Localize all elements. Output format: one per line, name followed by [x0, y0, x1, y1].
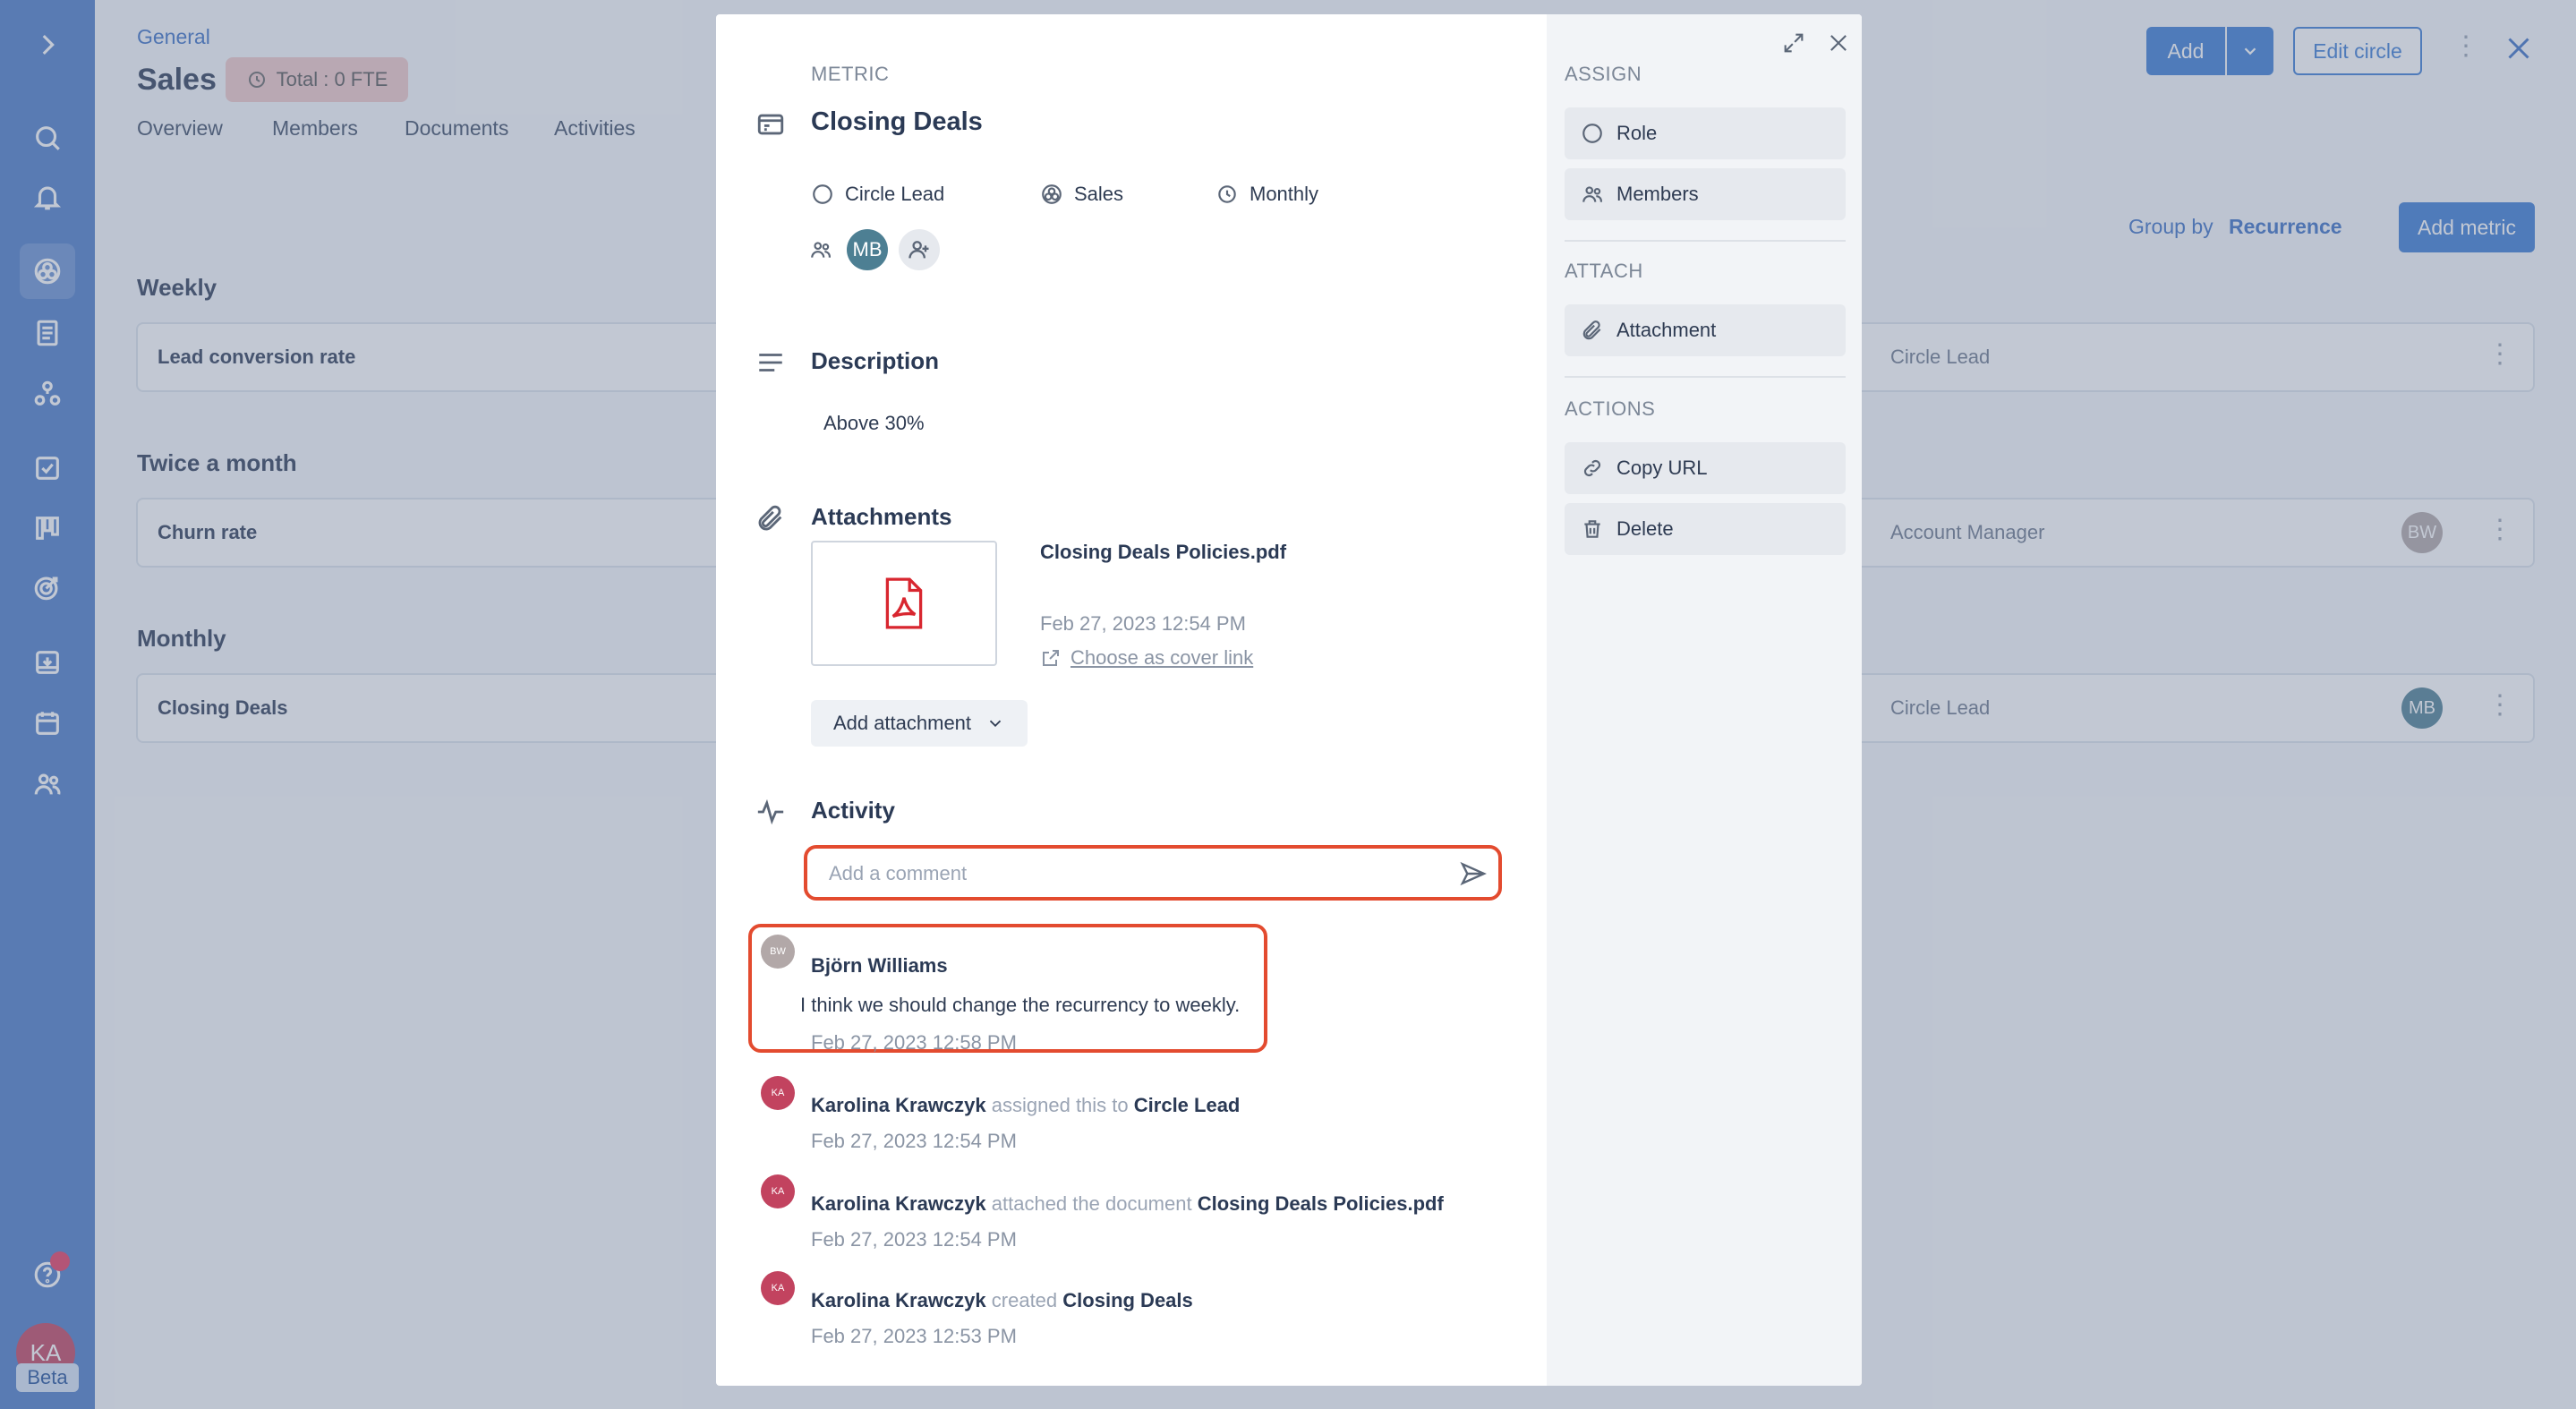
- assign-role-label: Role: [1616, 122, 1658, 144]
- recurrence-meta-label: Monthly: [1250, 183, 1319, 205]
- paperclip-icon: [755, 503, 786, 538]
- activity-heading: Activity: [811, 797, 895, 824]
- recurrence-meta[interactable]: Monthly: [1215, 183, 1318, 206]
- activity-object[interactable]: Closing Deals: [1062, 1289, 1192, 1311]
- add-member-button[interactable]: [899, 229, 940, 270]
- assign-role-button[interactable]: Role: [1565, 107, 1846, 159]
- activity-actor: Karolina Krawczyk: [811, 1094, 986, 1116]
- attachment-thumbnail[interactable]: [811, 541, 997, 666]
- circles-icon: [1042, 184, 1062, 204]
- assign-members-button[interactable]: Members: [1565, 168, 1846, 220]
- description-icon: [755, 347, 786, 382]
- activity-object[interactable]: Circle Lead: [1134, 1094, 1241, 1116]
- metric-modal: METRIC Closing Deals Circle Lead Sales M…: [716, 14, 1862, 1386]
- comment-text: I think we should change the recurrency …: [800, 994, 1241, 1016]
- copy-url-label: Copy URL: [1616, 457, 1708, 479]
- add-attachment-button[interactable]: Add attachment: [811, 700, 1028, 747]
- paperclip-icon: [1582, 320, 1601, 340]
- copy-url-button[interactable]: Copy URL: [1565, 442, 1846, 494]
- attach-label: ATTACH: [1565, 260, 1643, 282]
- send-icon[interactable]: [1459, 859, 1488, 892]
- comment-date: Feb 27, 2023 12:58 PM: [811, 1031, 1017, 1054]
- add-attachment-label: Add attachment: [832, 712, 972, 734]
- people-icon: [1582, 186, 1602, 202]
- description-heading: Description: [811, 347, 940, 374]
- cover-link-label: Choose as cover link: [1070, 646, 1254, 669]
- activity-entry: Karolina Krawczyk assigned this to Circl…: [811, 1094, 1240, 1117]
- activity-entry: Karolina Krawczyk created Closing Deals: [811, 1289, 1193, 1312]
- role-meta[interactable]: Circle Lead: [811, 183, 944, 206]
- attach-button-label: Attachment: [1616, 319, 1717, 341]
- trash-icon: [1584, 520, 1600, 538]
- close-icon[interactable]: [1826, 30, 1851, 60]
- divider: [1565, 240, 1846, 242]
- actions-label: ACTIONS: [1565, 397, 1656, 420]
- description-text[interactable]: Above 30%: [823, 412, 925, 435]
- activity-actor: Karolina Krawczyk: [811, 1192, 986, 1215]
- add-person-icon: [908, 241, 929, 259]
- people-icon: [811, 242, 831, 258]
- activity-avatar: KA: [761, 1076, 795, 1110]
- chevron-down-icon: [989, 720, 1002, 728]
- activity-date: Feb 27, 2023 12:53 PM: [811, 1325, 1017, 1347]
- circle-meta[interactable]: Sales: [1040, 183, 1123, 206]
- activity-verb: attached the document: [991, 1192, 1192, 1215]
- activity-avatar: KA: [761, 1271, 795, 1305]
- activity-icon: [755, 797, 786, 832]
- role-circle-icon: [813, 184, 832, 204]
- modal-sidebar: ASSIGN Role Members ATTACH Attachment AC…: [1547, 14, 1862, 1386]
- item-type-label: METRIC: [811, 63, 890, 85]
- members-meta: [809, 238, 832, 261]
- comment-avatar: BW: [761, 935, 795, 969]
- role-meta-label: Circle Lead: [845, 183, 945, 205]
- attachment-date: Feb 27, 2023 12:54 PM: [1040, 612, 1246, 635]
- assign-label: ASSIGN: [1565, 63, 1642, 85]
- pdf-file-icon: [885, 577, 923, 629]
- expand-icon[interactable]: [1781, 30, 1806, 60]
- metric-icon: [755, 109, 786, 144]
- comment-input[interactable]: [829, 862, 1437, 885]
- activity-verb: created: [991, 1289, 1058, 1311]
- activity-avatar: KA: [761, 1174, 795, 1208]
- activity-actor: Karolina Krawczyk: [811, 1289, 986, 1311]
- modal-title[interactable]: Closing Deals: [811, 107, 983, 137]
- comment-author: Björn Williams: [811, 954, 948, 977]
- divider: [1565, 376, 1846, 378]
- activity-date: Feb 27, 2023 12:54 PM: [811, 1228, 1017, 1251]
- activity-date: Feb 27, 2023 12:54 PM: [811, 1130, 1017, 1152]
- attach-button[interactable]: Attachment: [1565, 304, 1846, 356]
- delete-label: Delete: [1616, 517, 1674, 540]
- activity-entry: Karolina Krawczyk attached the document …: [811, 1192, 1444, 1216]
- history-icon: [1218, 185, 1236, 203]
- delete-button[interactable]: Delete: [1565, 503, 1846, 555]
- role-circle-icon: [1582, 124, 1602, 143]
- assignee-avatar[interactable]: MB: [847, 229, 888, 270]
- activity-object[interactable]: Closing Deals Policies.pdf: [1198, 1192, 1444, 1215]
- comment-field[interactable]: [809, 850, 1504, 897]
- external-link-icon: [1043, 650, 1059, 666]
- link-icon: [1583, 459, 1601, 477]
- attachments-heading: Attachments: [811, 503, 952, 530]
- cover-link[interactable]: Choose as cover link: [1040, 646, 1253, 670]
- assign-members-label: Members: [1616, 183, 1699, 205]
- attachment-name[interactable]: Closing Deals Policies.pdf: [1040, 541, 1286, 564]
- activity-verb: assigned this to: [991, 1094, 1129, 1116]
- circle-meta-label: Sales: [1074, 183, 1124, 205]
